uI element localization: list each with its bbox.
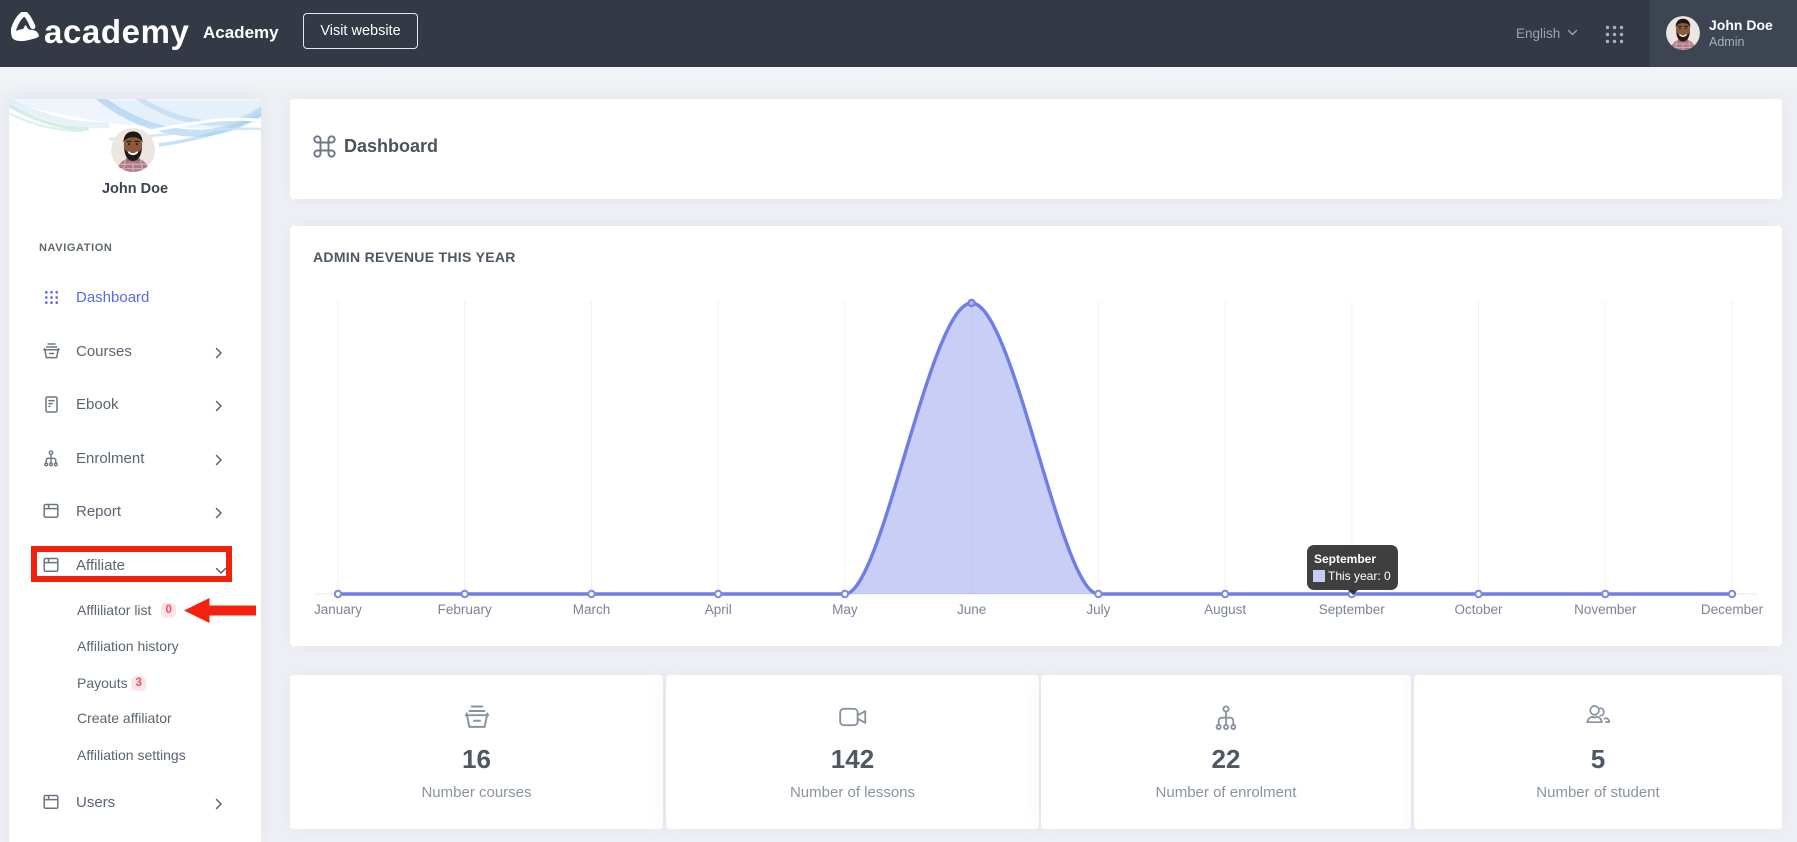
svg-text:October: October <box>1454 602 1503 617</box>
svg-text:May: May <box>832 602 858 617</box>
svg-text:June: June <box>957 602 986 617</box>
svg-text:March: March <box>573 602 611 617</box>
svg-text:November: November <box>1574 602 1637 617</box>
svg-text:February: February <box>438 602 492 617</box>
svg-text:September: September <box>1319 602 1386 617</box>
svg-text:July: July <box>1086 602 1110 617</box>
svg-text:April: April <box>705 602 732 617</box>
svg-text:January: January <box>314 602 362 617</box>
svg-text:August: August <box>1204 602 1246 617</box>
svg-text:December: December <box>1701 602 1764 617</box>
